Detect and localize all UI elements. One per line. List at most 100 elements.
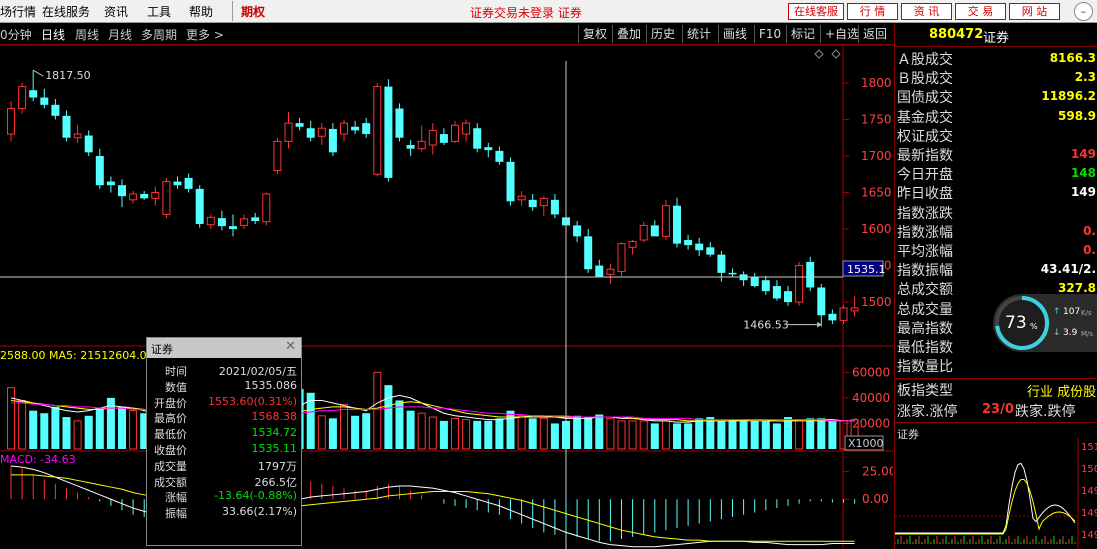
period-daily[interactable]: 日线: [41, 26, 65, 43]
candlestick: [184, 173, 193, 193]
candle-body: [517, 195, 526, 201]
candle-body: [95, 155, 104, 186]
candle-body: [328, 128, 337, 153]
index-name: 证券: [983, 31, 1010, 46]
candlestick: [151, 186, 160, 206]
overlay-button[interactable]: 叠加: [612, 25, 645, 43]
candlestick: [706, 242, 715, 257]
f10-button[interactable]: F10: [754, 25, 785, 43]
info-row-label: 平均涨幅: [897, 244, 953, 260]
menu-options[interactable]: 期权: [241, 3, 265, 20]
info-row: 国债成交 11896.2: [897, 87, 1097, 106]
board-type-label: 板指类型: [897, 383, 953, 399]
info-row-value: 149: [1070, 147, 1096, 161]
candlestick: [7, 101, 15, 142]
candlestick: [406, 139, 415, 156]
website-button[interactable]: 网 站: [1009, 3, 1060, 20]
candle-body: [451, 124, 459, 142]
low-price-annotation: 1466.53: [743, 319, 789, 332]
tooltip-row-value: 1553.60(0.31%): [207, 394, 297, 408]
volume-ma-label: 2588.00 MA5: 21512604.0: [0, 349, 147, 362]
diamond-icon[interactable]: [831, 49, 841, 59]
period-monthly[interactable]: 月线: [108, 26, 132, 43]
tooltip-row-value: 1535.11: [251, 442, 298, 455]
candle-body: [106, 181, 115, 186]
info-row-label: 最低指数: [897, 340, 953, 356]
info-row-label: 昨日收盘: [897, 186, 953, 203]
candle-body: [573, 225, 582, 237]
period-minute[interactable]: 0分钟: [0, 26, 32, 43]
candle-body: [295, 123, 304, 127]
online-support-button[interactable]: 在线客服: [788, 3, 844, 20]
adjust-button[interactable]: 复权: [578, 25, 611, 43]
volume-bar: [784, 417, 792, 449]
chart-area[interactable]: 1800175017001650160015501500 1817.501466…: [0, 45, 893, 549]
candle-body: [606, 268, 615, 275]
volume-bar: [384, 385, 393, 449]
candle-body: [184, 177, 193, 189]
candlestick: [573, 221, 582, 243]
volume-bar: [684, 423, 693, 449]
volume-bars[interactable]: [7, 371, 859, 450]
upload-speed: 107: [1063, 307, 1081, 317]
quotes-button[interactable]: 行 情: [847, 3, 898, 20]
diamond-icon[interactable]: [814, 49, 824, 59]
candlestick: [317, 123, 326, 146]
add-watchlist-button[interactable]: +自选: [820, 25, 863, 43]
volume-unit-label: X1000: [848, 437, 884, 450]
info-row-label: 指数振幅: [897, 263, 953, 280]
history-button[interactable]: 历史: [646, 25, 679, 43]
network-monitor-widget[interactable]: 73 % ↑ 107 K/s ↓ 3.9 M/s: [993, 294, 1097, 352]
candlestick: [839, 305, 848, 325]
volume-bar: [118, 406, 126, 449]
menu-news[interactable]: 资讯: [104, 3, 128, 20]
candlestick: [584, 229, 593, 273]
back-button[interactable]: 返回: [858, 25, 891, 43]
volume-bar: [795, 420, 804, 450]
candlestick-series[interactable]: [7, 70, 859, 327]
menu-help[interactable]: 帮助: [189, 3, 213, 20]
info-row-label: 总成交额: [897, 282, 953, 299]
tooltip-row: 数值 1535.086: [147, 379, 301, 394]
info-row-label: 指数量比: [897, 359, 953, 376]
macd-histogram: [10, 466, 856, 542]
period-multi[interactable]: 多周期: [141, 26, 177, 43]
volume-bar: [717, 420, 726, 449]
up-count-value: 23/0: [982, 402, 1014, 417]
volume-bar: [340, 403, 348, 450]
tooltip-title: 证券: [151, 343, 173, 356]
news-button[interactable]: 资 讯: [901, 3, 952, 20]
candle-body: [595, 265, 604, 277]
price-tick-label: 1750: [861, 112, 892, 126]
mark-button[interactable]: 标记: [786, 25, 819, 43]
info-row-label: 总成交量: [897, 301, 953, 318]
trade-button[interactable]: 交 易: [955, 3, 1006, 20]
close-icon[interactable]: ✕: [285, 339, 296, 354]
panel-divider: [895, 422, 1097, 423]
statistics-button[interactable]: 统计: [682, 25, 715, 43]
volume-bar: [562, 420, 570, 449]
crosshair-price-label: 1535.1: [847, 263, 886, 276]
menu-online-service[interactable]: 在线服务: [42, 3, 90, 20]
candlestick: [772, 280, 781, 301]
tooltip-row: 开盘价 1553.60(0.31%): [147, 394, 301, 410]
candlestick: [639, 221, 648, 243]
tooltip-row-value: 1797万: [258, 459, 297, 473]
upload-unit: K/s: [1081, 309, 1092, 317]
tooltip-row-label: 成交量: [154, 459, 187, 473]
menu-market[interactable]: 场行情: [0, 3, 36, 20]
volume-bar: [129, 410, 138, 450]
candle-body: [162, 181, 171, 215]
tooltip-row: 振幅 33.66(2.17%): [147, 505, 301, 520]
period-weekly[interactable]: 周线: [75, 26, 99, 43]
mini-intraday-chart[interactable]: 151 150 149 149 149: [895, 438, 1097, 549]
candle-body: [828, 313, 837, 321]
minimize-icon[interactable]: –: [1074, 2, 1093, 21]
volume-bar: [728, 419, 737, 449]
volume-bar: [606, 417, 615, 450]
candlestick: [739, 271, 748, 287]
menu-tools[interactable]: 工具: [147, 3, 171, 20]
period-more[interactable]: 更多 >: [186, 26, 224, 43]
volume-bar: [828, 420, 837, 449]
draw-line-button[interactable]: 画线: [718, 25, 751, 43]
